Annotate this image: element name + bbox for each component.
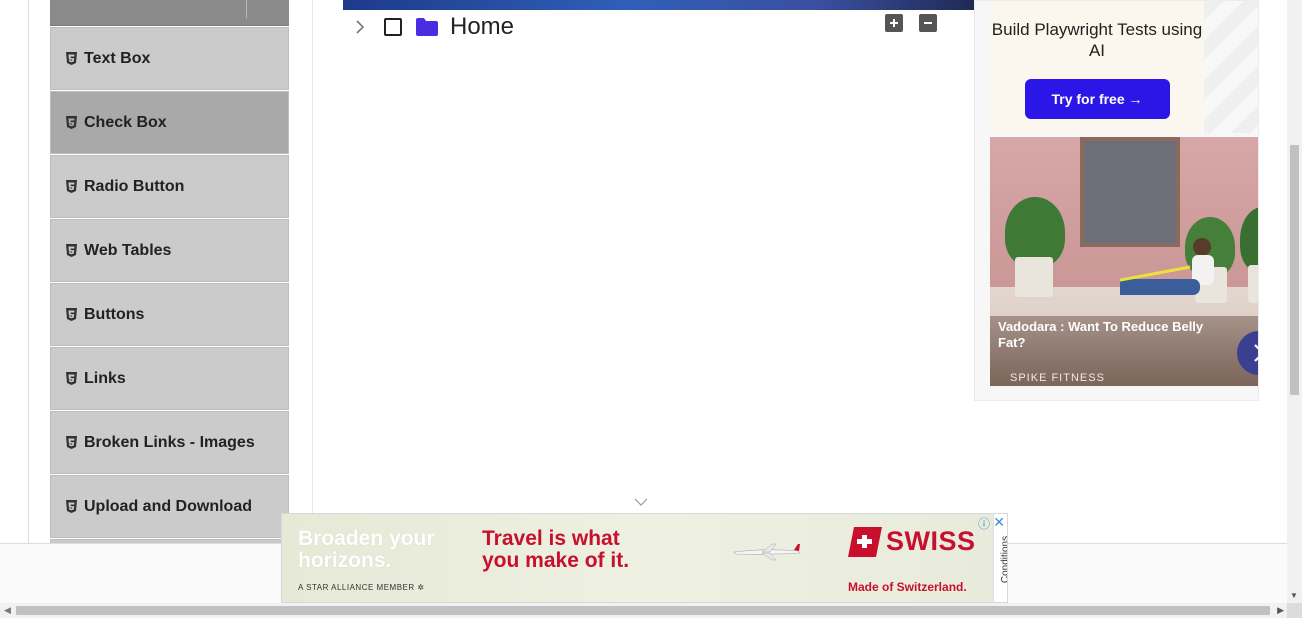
fitness-ad-title[interactable]: Vadodara : Want To Reduce Belly Fat? bbox=[998, 319, 1223, 351]
sidebar-item-label: Buttons bbox=[84, 305, 145, 323]
sidebar-item-text-box[interactable]: Text Box bbox=[50, 27, 289, 90]
ad-info-icon[interactable]: ⓘ bbox=[978, 515, 990, 532]
html5-icon bbox=[65, 308, 77, 321]
sidebar-item-label: Broken Links - Images bbox=[84, 433, 255, 451]
ad-conditions-link[interactable]: Conditions bbox=[1000, 536, 1007, 583]
left-gutter-divider bbox=[28, 0, 29, 543]
scroll-right-arrow-icon[interactable]: ▶ bbox=[1277, 605, 1284, 616]
header-divider bbox=[246, 0, 247, 18]
swiss-ad-banner[interactable]: Broaden your horizons. A STAR ALLIANCE M… bbox=[281, 513, 1008, 603]
sidebar-item-label: Radio Button bbox=[84, 177, 185, 195]
sidebar-item-label: Text Box bbox=[84, 49, 151, 67]
checkbox-tree-node-home: Home bbox=[350, 10, 514, 44]
chevron-down-icon[interactable] bbox=[634, 497, 648, 507]
star-alliance-icon: ✲ bbox=[417, 583, 425, 592]
ad-close-icon[interactable]: ✕ bbox=[993, 514, 1005, 531]
html5-icon bbox=[65, 436, 77, 449]
sidebar-item-web-tables[interactable]: Web Tables bbox=[50, 219, 289, 282]
playwright-ad[interactable]: Build Playwright Tests using AI Try for … bbox=[990, 1, 1204, 133]
sidebar-item-links[interactable]: Links bbox=[50, 347, 289, 410]
html5-icon bbox=[65, 244, 77, 257]
swiss-cross-icon bbox=[848, 526, 882, 557]
sidebar-item-buttons[interactable]: Buttons bbox=[50, 283, 289, 346]
scroll-down-arrow-icon[interactable]: ▼ bbox=[1290, 591, 1298, 600]
tree-checkbox[interactable] bbox=[384, 18, 402, 36]
fitness-ad-brand: SPIKE FITNESS bbox=[1010, 372, 1105, 384]
html5-icon bbox=[65, 372, 77, 385]
swiss-ad-center-headline: Travel is what you make of it. bbox=[482, 527, 630, 572]
sidebar-item-label: Upload and Download bbox=[84, 497, 252, 515]
horizontal-scrollbar[interactable]: ◀ ▶ bbox=[0, 603, 1287, 618]
plus-icon bbox=[890, 19, 898, 27]
scroll-left-arrow-icon[interactable]: ◀ bbox=[4, 605, 11, 616]
airplane-icon bbox=[733, 543, 801, 561]
sidebar-item-label: Web Tables bbox=[84, 241, 172, 259]
scrollbar-corner bbox=[1287, 603, 1302, 618]
swiss-ad-left-headline: Broaden your horizons. bbox=[298, 527, 435, 572]
sidebar-group-header[interactable] bbox=[50, 0, 289, 26]
right-ad-column: Build Playwright Tests using AI Try for … bbox=[974, 0, 1259, 401]
vertical-scrollbar-thumb[interactable] bbox=[1290, 145, 1299, 395]
star-alliance-label: A STAR ALLIANCE MEMBER ✲ bbox=[298, 583, 425, 592]
sidebar: Text Box Check Box Radio Button Web Tabl… bbox=[50, 0, 289, 543]
swiss-brand-text: SWISS bbox=[886, 526, 976, 556]
html5-icon bbox=[65, 116, 77, 129]
sidebar-divider bbox=[312, 0, 313, 543]
html5-icon bbox=[65, 52, 77, 65]
sidebar-item-label: Links bbox=[84, 369, 126, 387]
minus-icon bbox=[924, 22, 932, 24]
ad-pattern-decoration bbox=[1204, 1, 1258, 133]
tree-node-label[interactable]: Home bbox=[450, 13, 514, 41]
sidebar-item-check-box[interactable]: Check Box bbox=[50, 91, 289, 154]
swiss-logo: SWISS bbox=[848, 526, 976, 557]
html5-icon bbox=[65, 500, 77, 513]
top-banner-image bbox=[343, 0, 974, 10]
expand-all-button[interactable] bbox=[885, 14, 903, 32]
sidebar-item-broken-links-images[interactable]: Broken Links - Images bbox=[50, 411, 289, 474]
collapse-all-button[interactable] bbox=[919, 14, 937, 32]
sidebar-item-label: Check Box bbox=[84, 113, 167, 131]
try-for-free-button[interactable]: Try for free → bbox=[1024, 79, 1170, 119]
horizontal-scrollbar-thumb[interactable] bbox=[16, 606, 1270, 615]
folder-icon bbox=[416, 18, 438, 36]
vertical-scrollbar[interactable]: ▼ bbox=[1287, 0, 1302, 603]
sidebar-item-upload-and-download[interactable]: Upload and Download bbox=[50, 475, 289, 538]
sidebar-item-radio-button[interactable]: Radio Button bbox=[50, 155, 289, 218]
swiss-tagline: Made of Switzerland. bbox=[848, 580, 967, 594]
playwright-ad-title: Build Playwright Tests using AI bbox=[991, 20, 1203, 60]
html5-icon bbox=[65, 180, 77, 193]
fitness-ad[interactable]: Vadodara : Want To Reduce Belly Fat? SPI… bbox=[990, 137, 1258, 386]
expand-toggle-chevron-right-icon[interactable] bbox=[350, 17, 370, 37]
page: Text Box Check Box Radio Button Web Tabl… bbox=[0, 0, 1302, 618]
